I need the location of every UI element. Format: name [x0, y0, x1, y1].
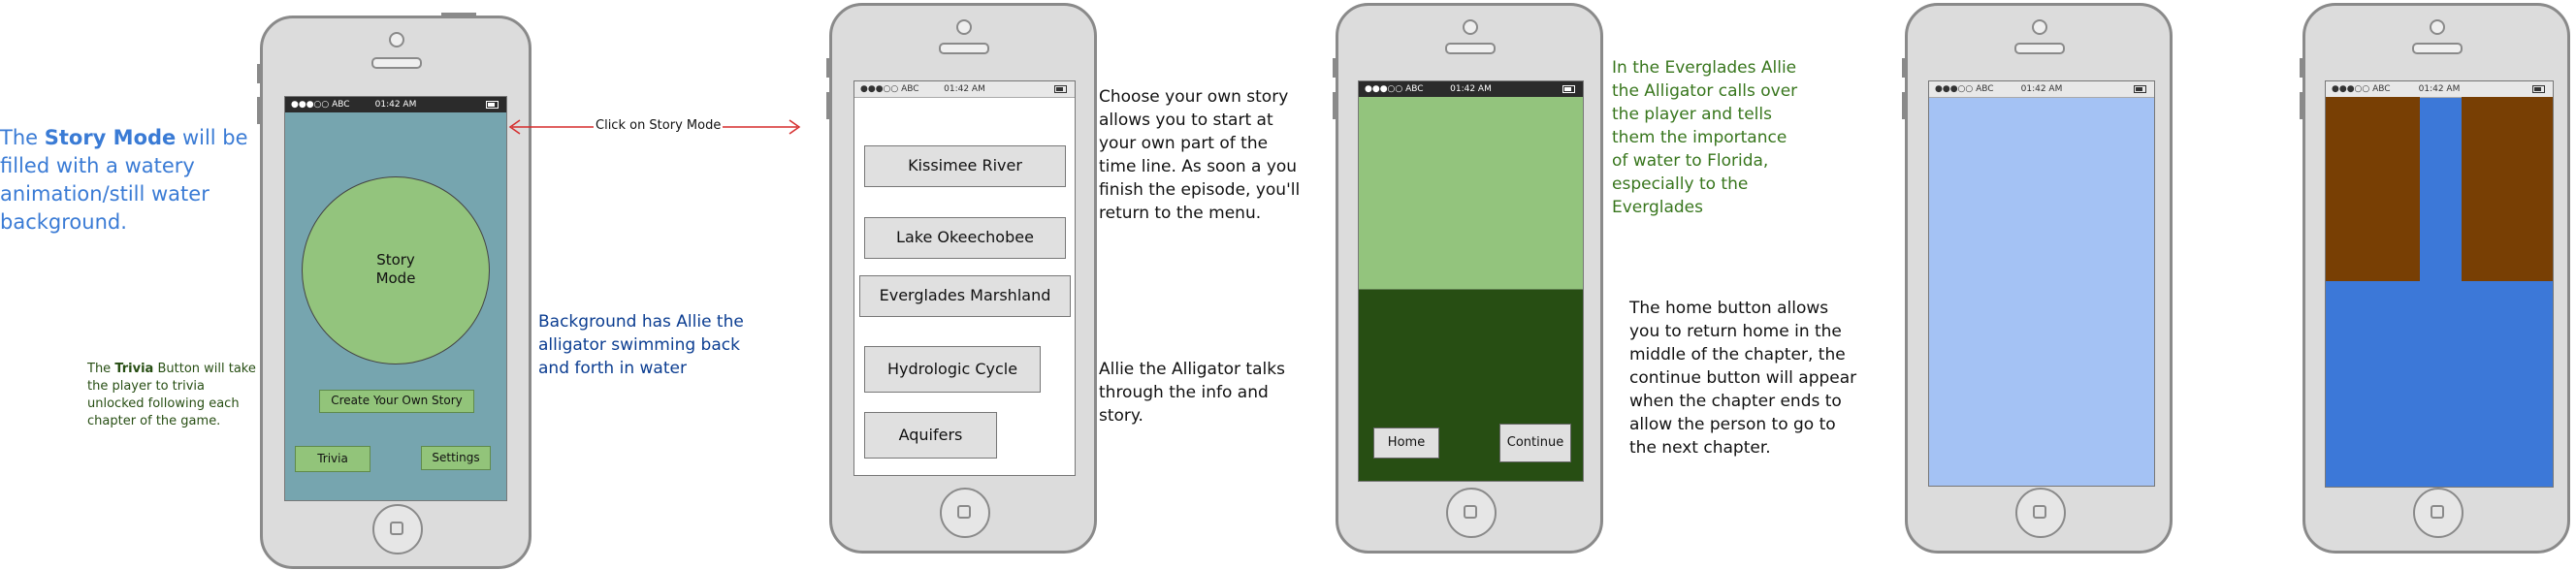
create-your-own-story-button[interactable]: Create Your Own Story	[319, 390, 474, 413]
sky-area	[1359, 97, 1583, 290]
trivia-button[interactable]: Trivia	[295, 446, 370, 472]
choose-story-annotation: Choose your own story allows you to star…	[1099, 87, 1301, 223]
everglades-annotation: In the Everglades Allie the Alligator ca…	[1612, 58, 1798, 217]
status-bar: ●●●○○ ABC 01:42 AM	[1359, 81, 1583, 97]
power-button	[441, 13, 476, 16]
trivia-annotation: The Trivia Button will take the player t…	[87, 361, 260, 430]
story-mode-label: Story Mode	[375, 251, 416, 287]
background-annotation: Background has Allie the alligator swimm…	[538, 312, 744, 378]
screen-blue-scene: ●●●○○ ABC 01:42 AM	[1928, 80, 2155, 487]
speaker-icon	[1445, 43, 1496, 54]
phone-frame-5: ●●●○○ ABC 01:42 AM	[2302, 3, 2570, 554]
status-bar: ●●●○○ ABC 01:42 AM	[285, 97, 506, 112]
phone-frame-1: ●●●○○ ABC 01:42 AM Story Mode Create You…	[260, 16, 531, 569]
story-mode-annotation-bold: Story Mode	[44, 126, 177, 149]
camera-icon	[2430, 19, 2445, 35]
home-button-icon[interactable]	[1446, 488, 1497, 538]
menu-item-hydrologic-cycle[interactable]: Hydrologic Cycle	[864, 346, 1041, 393]
volume-button	[257, 97, 261, 124]
home-button-icon[interactable]	[2015, 488, 2066, 538]
camera-icon	[389, 32, 404, 48]
home-button-icon[interactable]	[372, 504, 423, 554]
volume-button	[1902, 92, 1906, 119]
speaker-icon	[2412, 43, 2463, 54]
screen-main-menu: ●●●○○ ABC 01:42 AM Story Mode Create You…	[284, 96, 507, 501]
volume-button	[1333, 92, 1336, 119]
battery-icon	[1054, 85, 1067, 93]
trivia-annotation-before: The	[87, 362, 115, 376]
menu-item-kissimee-river[interactable]: Kissimee River	[864, 145, 1066, 187]
status-bar: ●●●○○ ABC 01:42 AM	[2326, 81, 2553, 98]
volume-button	[1902, 58, 1906, 78]
menu-item-everglades-marshland[interactable]: Everglades Marshland	[859, 275, 1071, 317]
battery-icon	[2532, 85, 2545, 93]
status-time: 01:42 AM	[2418, 84, 2461, 94]
screen-everglades-scene: ●●●○○ ABC 01:42 AM Home Continue	[1358, 80, 1584, 482]
story-mode-button[interactable]: Story Mode	[302, 176, 490, 364]
volume-button	[826, 58, 830, 78]
volume-button	[1333, 58, 1336, 78]
camera-icon	[956, 19, 972, 35]
battery-icon	[486, 101, 499, 109]
volume-button	[826, 92, 830, 119]
status-bar: ●●●○○ ABC 01:42 AM	[854, 81, 1075, 98]
camera-icon	[2032, 19, 2047, 35]
story-mode-annotation-before: The	[0, 126, 45, 149]
continue-button[interactable]: Continue	[1499, 424, 1571, 462]
phone-frame-2: ●●●○○ ABC 01:42 AM Kissimee River Lake O…	[829, 3, 1097, 554]
screen-river-scene: ●●●○○ ABC 01:42 AM	[2325, 80, 2554, 488]
status-time: 01:42 AM	[2020, 84, 2063, 94]
volume-button	[2300, 58, 2303, 78]
status-time: 01:42 AM	[1450, 84, 1492, 94]
volume-button	[257, 64, 261, 83]
screen-chapter-menu: ●●●○○ ABC 01:42 AM Kissimee River Lake O…	[853, 80, 1076, 476]
home-button-annotation: The home button allows you to return hom…	[1629, 299, 1857, 458]
allie-talks-annotation: Allie the Alligator talks through the in…	[1099, 360, 1285, 426]
phone-frame-4: ●●●○○ ABC 01:42 AM	[1905, 3, 2173, 554]
battery-icon	[2134, 85, 2146, 93]
speaker-icon	[371, 57, 422, 69]
status-time: 01:42 AM	[944, 84, 985, 94]
status-bar: ●●●○○ ABC 01:42 AM	[1929, 81, 2154, 98]
volume-button	[2300, 92, 2303, 119]
home-button-icon[interactable]	[2413, 488, 2463, 538]
home-button[interactable]: Home	[1373, 428, 1439, 459]
speaker-icon	[939, 43, 989, 54]
story-mode-annotation: The Story Mode will be filled with a wat…	[0, 124, 257, 237]
home-button-icon[interactable]	[940, 488, 990, 538]
settings-button[interactable]: Settings	[421, 446, 491, 470]
land-left	[2326, 97, 2420, 281]
land-right	[2462, 97, 2553, 281]
camera-icon	[1463, 19, 1478, 35]
menu-item-aquifers[interactable]: Aquifers	[864, 412, 997, 459]
status-time: 01:42 AM	[374, 100, 417, 110]
battery-icon	[1562, 85, 1575, 93]
speaker-icon	[2014, 43, 2065, 54]
arrow-label: Click on Story Mode	[594, 118, 724, 134]
phone-frame-3: ●●●○○ ABC 01:42 AM Home Continue	[1336, 3, 1603, 554]
menu-item-lake-okeechobee[interactable]: Lake Okeechobee	[864, 217, 1066, 259]
trivia-annotation-bold: Trivia	[114, 362, 154, 376]
